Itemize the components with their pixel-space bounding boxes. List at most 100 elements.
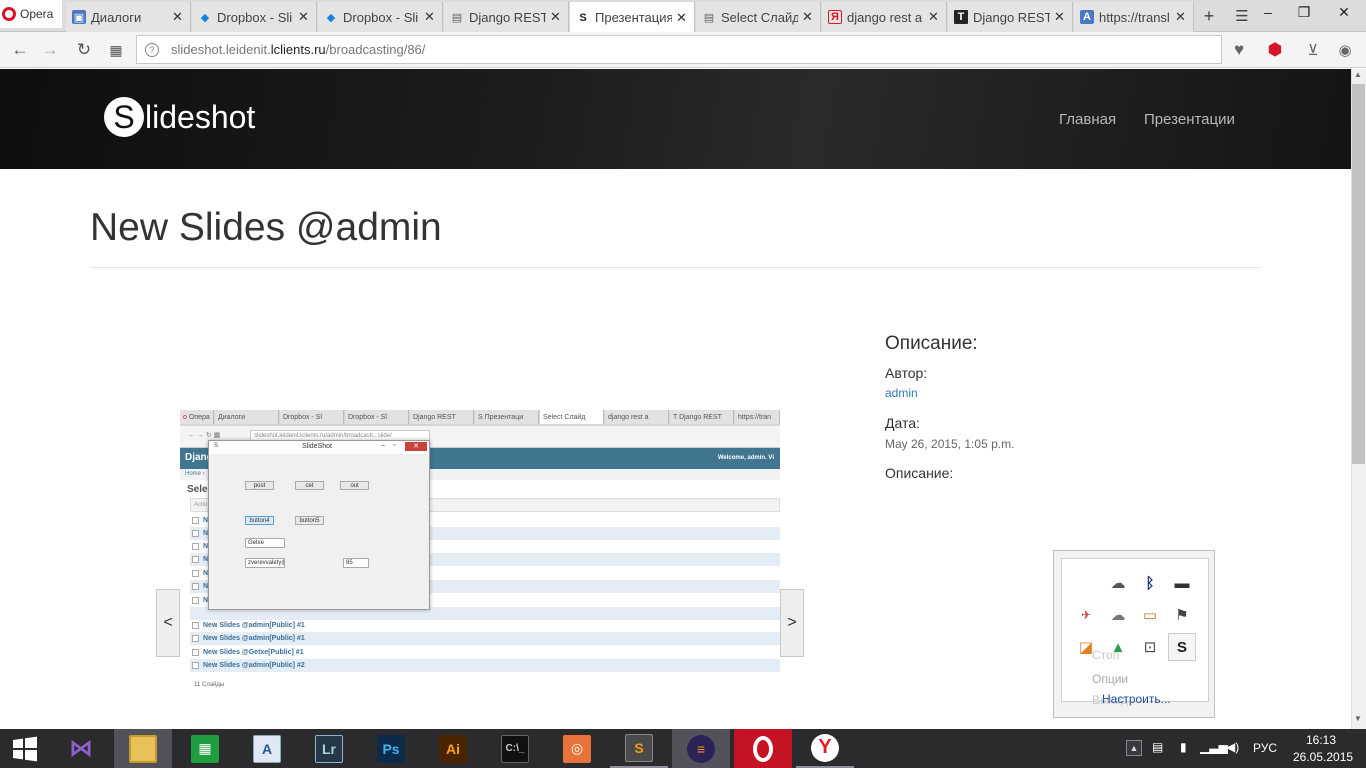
logo-text: lideshot xyxy=(145,98,256,135)
yandex-browser-icon[interactable]: Y xyxy=(796,729,854,768)
scroll-up-icon[interactable]: ▲ xyxy=(1354,70,1362,79)
display-icon[interactable]: ▬ xyxy=(1168,569,1196,597)
opera-menu-button[interactable]: Opera xyxy=(0,0,62,28)
scrollbar-thumb[interactable] xyxy=(1352,84,1365,464)
address-bar[interactable]: ? slideshot.leidenit. lclients.ru/broadca… xyxy=(136,35,1222,64)
slide-count: 11 Слайды xyxy=(194,682,225,688)
account-icon[interactable]: ◉ xyxy=(1331,36,1359,64)
reload-icon[interactable]: ↻ xyxy=(70,36,98,64)
tray-icon-panel: Стоп Опции Выход ☁ ᛒ ▬ ✈ ☁ ▭ ⚑ ◪ ▲ ⊡ S Н… xyxy=(1061,558,1209,707)
eclipse-icon[interactable]: ≡ xyxy=(672,729,730,768)
cloud-sync-icon[interactable]: ☁ xyxy=(1104,569,1132,597)
close-icon[interactable]: ✕ xyxy=(1054,9,1066,25)
close-icon[interactable]: ✕ xyxy=(172,9,184,25)
wifi-signal-icon[interactable]: ▁▃▅ xyxy=(1200,740,1228,754)
window-close-icon[interactable]: ✕ xyxy=(1322,0,1366,24)
nav-presentations-link[interactable]: Презентации xyxy=(1144,111,1235,128)
volume-icon[interactable]: ◀) xyxy=(1226,740,1239,754)
close-icon[interactable]: ✕ xyxy=(298,9,310,25)
tab-select-slide[interactable]: ▤ Select Слайд ✕ xyxy=(696,2,821,32)
close-icon[interactable]: ✕ xyxy=(802,9,814,25)
slide-dialog-button: button5 xyxy=(295,516,324,525)
close-icon[interactable]: ✕ xyxy=(424,9,436,25)
lightroom-icon[interactable]: Lr xyxy=(300,729,358,768)
forward-arrow-icon[interactable]: → xyxy=(36,36,64,64)
download-icon[interactable]: ⊻ xyxy=(1299,36,1327,64)
sublime-text-icon[interactable]: S xyxy=(610,729,668,768)
slideshot-icon: S xyxy=(579,11,587,24)
close-icon[interactable]: ✕ xyxy=(676,10,688,26)
description-label: Описание: xyxy=(885,465,954,481)
monitor-icon[interactable]: ▭ xyxy=(1136,601,1164,629)
ghost-menu-options: Опции xyxy=(1092,672,1129,686)
network-icon[interactable]: ✈ xyxy=(1072,601,1100,629)
next-slide-button[interactable]: > xyxy=(780,589,804,657)
clock-time[interactable]: 16:13 xyxy=(1306,733,1336,747)
date-label: Дата: xyxy=(885,415,920,431)
windows-taskbar: ⋈ ▦ A Lr Ps Ai C:\_ ◎ S ≡ Y ▲ ▤ ▮ ▁▃▅ ◀)… xyxy=(0,729,1366,768)
slide-dialog-button: post xyxy=(245,481,274,490)
speed-dial-grid-icon[interactable]: ▦ xyxy=(102,36,130,64)
slide-tab-label: T Django REST xyxy=(673,413,722,421)
tab-translate[interactable]: A https://transl ✕ xyxy=(1074,2,1194,32)
site-info-icon[interactable]: ? xyxy=(145,42,159,57)
photoshop-icon[interactable]: Ps xyxy=(362,729,420,768)
cloud-icon[interactable]: ☁ xyxy=(1104,601,1132,629)
word-icon[interactable]: A xyxy=(238,729,296,768)
tab-yandex-search[interactable]: Я django rest a ✕ xyxy=(822,2,947,32)
tab-django-rest-1[interactable]: ▤ Django REST ✕ xyxy=(444,2,569,32)
show-hidden-icons-icon[interactable]: ▲ xyxy=(1126,740,1142,756)
dropbox-icon: ◆ xyxy=(326,11,336,24)
author-link[interactable]: admin xyxy=(885,386,918,400)
prev-slide-button[interactable]: < xyxy=(156,589,180,657)
slide-dialog-button: button4 xyxy=(245,516,274,525)
screenshot-icon[interactable]: ◎ xyxy=(548,729,606,768)
input-language[interactable]: РУС xyxy=(1253,741,1277,755)
back-arrow-icon[interactable]: ← xyxy=(6,36,34,64)
slide-admin-welcome: Welcome, admin. Vi xyxy=(717,455,774,461)
nav-home-link[interactable]: Главная xyxy=(1059,111,1116,128)
adblock-icon[interactable]: ⬢ xyxy=(1261,36,1289,64)
sublime-icon[interactable]: ◪ xyxy=(1072,633,1100,661)
excel-icon[interactable]: ▦ xyxy=(176,729,234,768)
new-tab-icon[interactable]: + xyxy=(1197,4,1221,28)
keyboard-icon[interactable]: ▤ xyxy=(1152,740,1163,754)
slide-dialog-title: SlideShot xyxy=(302,443,332,450)
yandex-icon: Я xyxy=(828,10,842,24)
slide-dialog-input: Getxe xyxy=(245,538,285,548)
tab-label: https://transl xyxy=(1099,9,1170,25)
tab-django-rest-2[interactable]: T Django REST ✕ xyxy=(948,2,1073,32)
tab-label: Dropbox - Sli xyxy=(343,9,419,25)
lock-icon[interactable]: ⊡ xyxy=(1136,633,1164,661)
clock-date[interactable]: 26.05.2015 xyxy=(1293,750,1353,764)
close-icon[interactable]: ✕ xyxy=(1175,9,1187,25)
bluetooth-icon[interactable]: ᛒ xyxy=(1136,569,1164,597)
tab-dropbox-2[interactable]: ◆ Dropbox - Sli ✕ xyxy=(318,2,443,32)
slide-list-row: New Slides @admin[Public] #2 xyxy=(190,659,780,672)
google-drive-icon[interactable]: ▲ xyxy=(1104,633,1132,661)
minimize-icon[interactable]: – xyxy=(1250,0,1286,24)
illustrator-icon[interactable]: Ai xyxy=(424,729,482,768)
tray-customize-link[interactable]: Настроить... xyxy=(1102,692,1171,706)
slide-tab-label: Django REST xyxy=(413,413,456,421)
maximize-icon[interactable]: ❐ xyxy=(1286,0,1322,24)
visual-studio-icon[interactable]: ⋈ xyxy=(52,729,110,768)
close-icon[interactable]: ✕ xyxy=(928,9,940,25)
close-icon[interactable]: ✕ xyxy=(550,9,562,25)
slideshot-logo[interactable]: S lideshot xyxy=(104,97,255,137)
scroll-down-icon[interactable]: ▼ xyxy=(1354,714,1362,723)
cmd-icon[interactable]: C:\_ xyxy=(486,729,544,768)
tab-presentation[interactable]: S Презентация ✕ xyxy=(570,2,695,33)
flag-icon[interactable]: ⚑ xyxy=(1168,601,1196,629)
slide-image: o Опера Диалоги Dropbox - Sl Dropbox - S… xyxy=(180,410,780,726)
tab-dialogs[interactable]: ▣ Диалоги ✕ xyxy=(66,2,191,32)
opera-icon[interactable] xyxy=(734,729,792,768)
heart-icon[interactable]: ♥ xyxy=(1225,36,1253,64)
tab-label: Диалоги xyxy=(91,9,142,25)
slide-tab-label: django rest a xyxy=(608,413,649,421)
battery-icon[interactable]: ▮ xyxy=(1180,740,1187,754)
windows-start-icon[interactable] xyxy=(0,729,50,768)
tab-dropbox-1[interactable]: ◆ Dropbox - Sli ✕ xyxy=(192,2,317,32)
slideshot-tray-icon[interactable]: S xyxy=(1168,633,1196,661)
file-explorer-icon[interactable] xyxy=(114,729,172,768)
